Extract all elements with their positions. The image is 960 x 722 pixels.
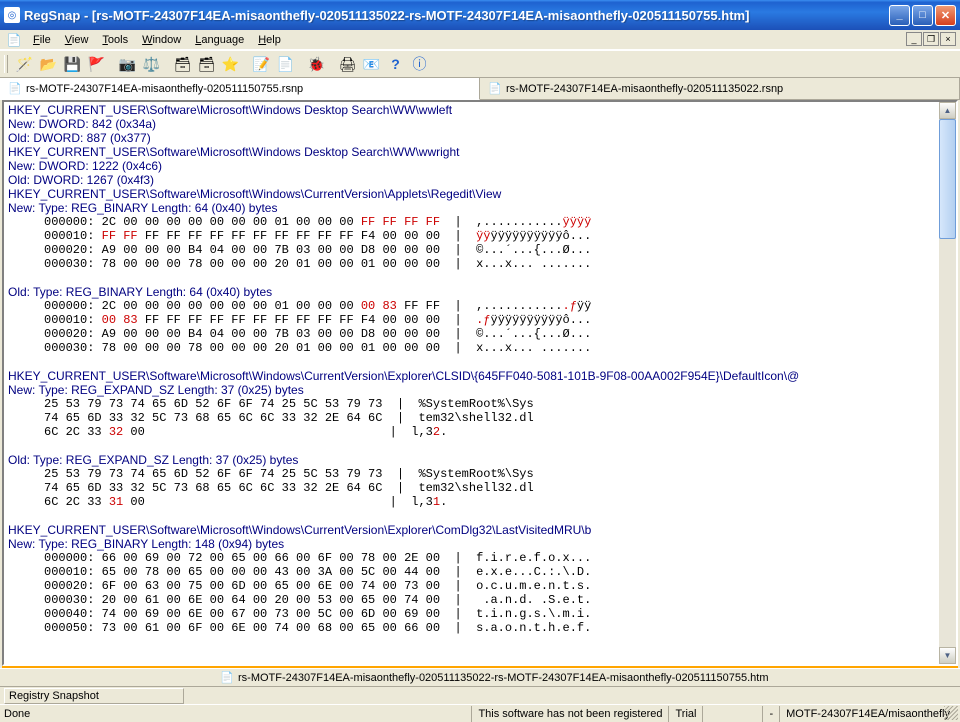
snapshot2-icon[interactable]: 🗃 [195, 53, 218, 75]
menu-tools[interactable]: Tools [95, 32, 135, 48]
title-bar: RegSnap - [rs-MOTF-24307F14EA-misaonthef… [0, 0, 960, 30]
mail-icon[interactable]: 📧 [360, 53, 383, 75]
scroll-track[interactable] [939, 119, 956, 647]
toolbar-grip [4, 55, 8, 73]
help-icon[interactable]: ? [384, 53, 407, 75]
tab-label: rs-MOTF-24307F14EA-misaonthefly-02051113… [506, 83, 783, 95]
status-done: Done [4, 708, 50, 720]
edit1-icon[interactable]: 📝 [250, 53, 273, 75]
wand-icon[interactable]: 🪄 [13, 53, 36, 75]
mdi-minimize-button[interactable]: _ [906, 32, 922, 46]
rsnp-icon: 📄 [488, 82, 502, 96]
menu-file[interactable]: File [26, 32, 58, 48]
document-path-bar: 📄 rs-MOTF-24307F14EA-misaonthefly-020511… [0, 668, 960, 686]
status-bar-upper: Registry Snapshot [0, 686, 960, 704]
tab-snapshot-2[interactable]: 📄 rs-MOTF-24307F14EA-misaonthefly-020511… [480, 78, 960, 99]
status-trial: Trial [668, 706, 702, 722]
vertical-scrollbar[interactable]: ▲ ▼ [939, 102, 956, 664]
menu-bar: 📄 File View Tools Window Language Help [0, 30, 960, 50]
toolbar: 🪄 📂 💾 🚩 📷 ⚖️ 🗃 🗃 ⭐ 📝 📄 🐞 🖨 📧 ? ⓘ [0, 50, 960, 78]
bug-icon[interactable]: 🐞 [305, 53, 328, 75]
document-tabs: 📄 rs-MOTF-24307F14EA-misaonthefly-020511… [0, 78, 960, 100]
open-icon[interactable]: 📂 [37, 53, 60, 75]
star-icon[interactable]: ⭐ [219, 53, 242, 75]
content-area: HKEY_CURRENT_USER\Software\Microsoft\Win… [2, 100, 958, 666]
tab-label: rs-MOTF-24307F14EA-misaonthefly-02051115… [26, 83, 303, 95]
menu-language[interactable]: Language [188, 32, 251, 48]
status-bar-lower: Done This software has not been register… [0, 704, 960, 722]
minimize-button[interactable]: _ [889, 5, 910, 26]
edit2-icon[interactable]: 📄 [274, 53, 297, 75]
scale-icon[interactable]: ⚖️ [140, 53, 163, 75]
menu-help[interactable]: Help [251, 32, 288, 48]
menu-view[interactable]: View [58, 32, 96, 48]
scroll-thumb[interactable] [939, 119, 956, 239]
save-icon[interactable]: 💾 [61, 53, 84, 75]
menu-window[interactable]: Window [135, 32, 188, 48]
doc-icon: 📄 [6, 32, 22, 48]
info-icon[interactable]: ⓘ [408, 53, 431, 75]
status-registry-snapshot: Registry Snapshot [4, 688, 184, 704]
close-button[interactable]: ✕ [935, 5, 956, 26]
mdi-close-button[interactable]: × [940, 32, 956, 46]
print-icon[interactable]: 🖨 [336, 53, 359, 75]
window-title: RegSnap - [rs-MOTF-24307F14EA-misaonthef… [24, 8, 889, 23]
scroll-up-button[interactable]: ▲ [939, 102, 956, 119]
htm-icon: 📄 [220, 671, 234, 685]
diff-content: HKEY_CURRENT_USER\Software\Microsoft\Win… [4, 102, 939, 664]
app-icon [4, 7, 20, 23]
snapshot1-icon[interactable]: 🗃 [171, 53, 194, 75]
scroll-down-button[interactable]: ▼ [939, 647, 956, 664]
status-empty [702, 706, 762, 722]
status-registration: This software has not been registered [471, 706, 668, 722]
resize-grip[interactable] [944, 706, 958, 720]
flag-icon[interactable]: 🚩 [85, 53, 108, 75]
mdi-restore-button[interactable]: ❐ [923, 32, 939, 46]
camera-icon[interactable]: 📷 [116, 53, 139, 75]
rsnp-icon: 📄 [8, 82, 22, 96]
mdi-controls: _ ❐ × [906, 32, 956, 46]
tab-snapshot-1[interactable]: 📄 rs-MOTF-24307F14EA-misaonthefly-020511… [0, 78, 480, 100]
status-dash: - [762, 706, 779, 722]
status-path: MOTF-24307F14EA/misaonthefly [779, 706, 956, 722]
doc-path-label: rs-MOTF-24307F14EA-misaonthefly-02051113… [238, 672, 769, 684]
window-controls: _ □ ✕ [889, 5, 956, 26]
maximize-button[interactable]: □ [912, 5, 933, 26]
